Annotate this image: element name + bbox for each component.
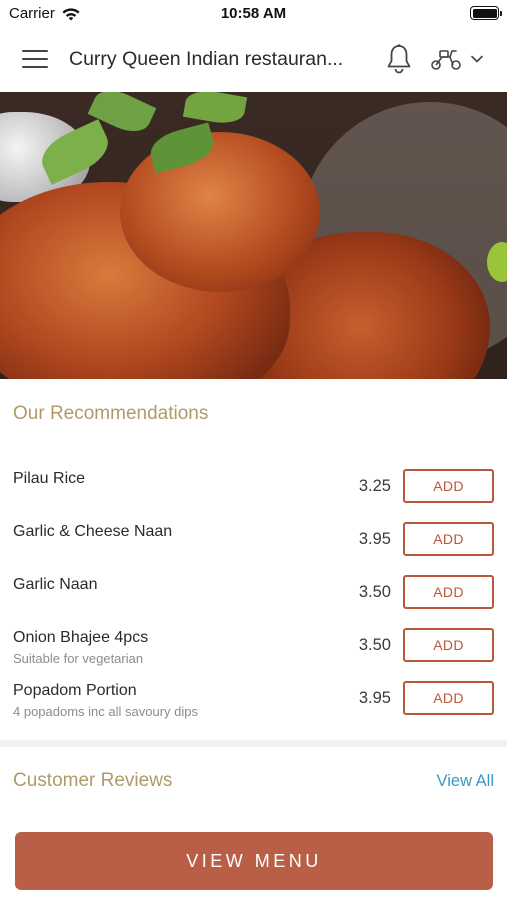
- view-menu-button[interactable]: VIEW MENU: [15, 832, 493, 890]
- clock: 10:58 AM: [220, 5, 287, 22]
- item-description: 4 popadoms inc all savoury dips: [13, 704, 198, 719]
- list-item: Pilau Rice 3.25 ADD: [0, 458, 507, 511]
- item-name: Garlic Naan: [13, 576, 98, 593]
- scooter-icon[interactable]: [430, 47, 462, 71]
- item-price: 3.25: [358, 477, 391, 495]
- item-description: Suitable for vegetarian: [13, 651, 144, 666]
- reviews-title: Customer Reviews: [13, 770, 173, 791]
- item-price: 3.95: [358, 689, 391, 707]
- recommendations-list: Pilau Rice 3.25 ADD Garlic & Cheese Naan…: [0, 458, 507, 723]
- restaurant-title: Curry Queen Indian restauran...: [69, 48, 344, 70]
- add-button[interactable]: ADD: [403, 522, 494, 556]
- item-price: 3.95: [358, 530, 391, 548]
- list-item: Garlic & Cheese Naan 3.95 ADD: [0, 511, 507, 564]
- item-price: 3.50: [358, 583, 391, 601]
- view-all-link[interactable]: View All: [437, 772, 494, 791]
- add-button[interactable]: ADD: [403, 681, 494, 715]
- hero-image: [0, 92, 507, 379]
- add-button[interactable]: ADD: [403, 628, 494, 662]
- status-bar: Carrier 10:58 AM: [0, 0, 507, 28]
- recommendations-title: Our Recommendations: [13, 403, 209, 424]
- chevron-down-icon[interactable]: [470, 52, 484, 66]
- app-header: Curry Queen Indian restauran...: [0, 28, 507, 92]
- item-price: 3.50: [358, 636, 391, 654]
- list-item: Garlic Naan 3.50 ADD: [0, 564, 507, 617]
- list-item: Popadom Portion 4 popadoms inc all savou…: [0, 670, 507, 723]
- section-divider: [0, 740, 507, 747]
- menu-icon[interactable]: [22, 46, 48, 72]
- item-name: Onion Bhajee 4pcs: [13, 629, 149, 646]
- item-name: Pilau Rice: [13, 470, 86, 487]
- item-name: Garlic & Cheese Naan: [13, 523, 173, 540]
- bell-icon[interactable]: [385, 43, 413, 75]
- add-button[interactable]: ADD: [403, 575, 494, 609]
- add-button[interactable]: ADD: [403, 469, 494, 503]
- list-item: Onion Bhajee 4pcs Suitable for vegetaria…: [0, 617, 507, 670]
- battery-icon: [470, 6, 502, 20]
- item-name: Popadom Portion: [13, 682, 137, 699]
